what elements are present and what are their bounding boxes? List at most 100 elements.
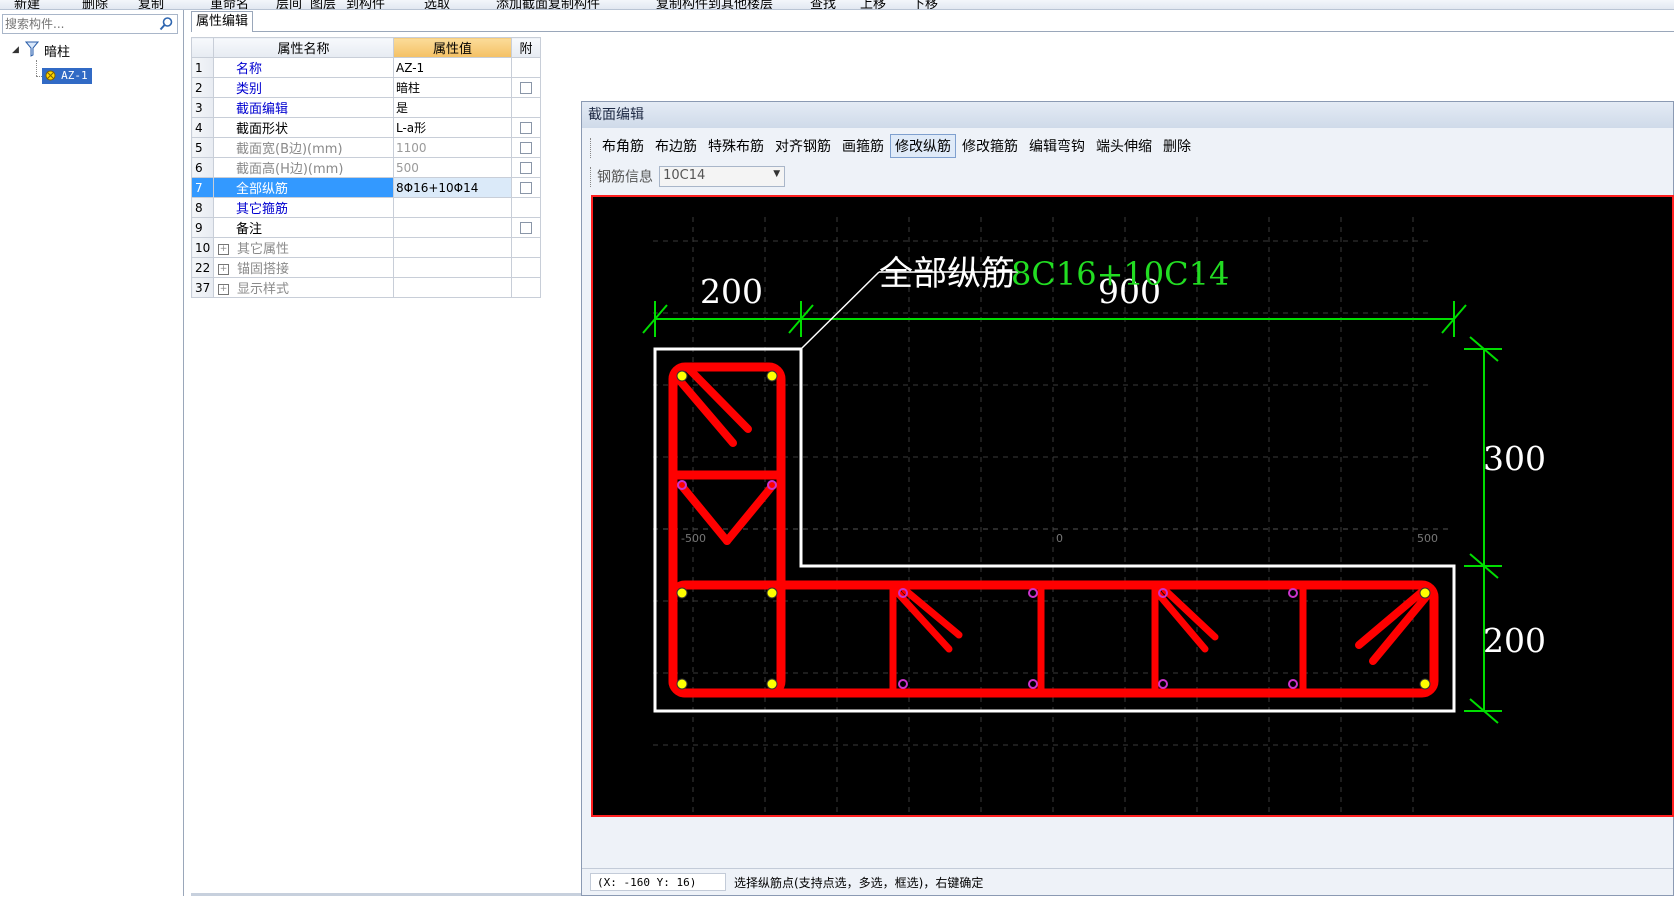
toolbar-item[interactable]: 层间 — [276, 0, 302, 9]
property-row[interactable]: 22 + 锚固搭接 — [191, 257, 541, 278]
hook[interactable] — [723, 481, 777, 545]
corner-bar[interactable] — [766, 587, 778, 599]
corner-bar[interactable] — [676, 587, 688, 599]
rebar-info-select[interactable]: 10C14 ▼ — [659, 166, 786, 187]
tool-button[interactable]: 端头伸缩 — [1091, 134, 1157, 158]
attach-checkbox[interactable] — [520, 221, 532, 234]
corner-bar[interactable] — [1419, 678, 1431, 690]
attach-checkbox[interactable] — [520, 81, 532, 94]
toolbar-item[interactable]: 上移 — [860, 0, 886, 9]
column-header-value[interactable]: 属性值 — [393, 37, 512, 58]
attach-checkbox[interactable] — [520, 141, 532, 154]
property-name[interactable]: 名称 — [213, 57, 394, 78]
property-row[interactable]: 7 全部纵筋 8Φ16+10Φ14 — [191, 177, 541, 198]
expand-plus-icon[interactable]: + — [218, 264, 229, 275]
property-value[interactable] — [393, 217, 512, 238]
property-row[interactable]: 9 备注 — [191, 217, 541, 238]
toolbar-grip[interactable] — [590, 166, 593, 187]
property-row[interactable]: 4 截面形状 L-a形 — [191, 117, 541, 138]
attach-checkbox[interactable] — [520, 121, 532, 134]
expand-plus-icon[interactable]: + — [218, 244, 229, 255]
section-canvas[interactable]: -500 0 500 200 900 300 200 全部纵筋 8C16+10C… — [591, 195, 1674, 817]
dim-label-right-bottom[interactable]: 200 — [1483, 621, 1546, 660]
corner-bar[interactable] — [676, 678, 688, 690]
toolbar-grip[interactable] — [590, 137, 593, 158]
corner-bar[interactable] — [1419, 587, 1431, 599]
tool-button[interactable]: 编辑弯钩 — [1024, 134, 1090, 158]
property-name[interactable]: + 锚固搭接 — [213, 257, 394, 278]
edge-bar[interactable] — [1028, 588, 1038, 598]
attach-checkbox[interactable] — [520, 161, 532, 174]
tab-property-edit[interactable]: 属性编辑 — [191, 11, 254, 32]
property-name[interactable]: 截面编辑 — [213, 97, 394, 118]
property-name[interactable]: 备注 — [213, 217, 394, 238]
collapse-triangle-icon[interactable]: ◢ — [12, 45, 19, 55]
toolbar-item[interactable]: 下移 — [912, 0, 938, 9]
column-header-name[interactable]: 属性名称 — [213, 37, 394, 58]
property-name[interactable]: 截面形状 — [213, 117, 394, 138]
property-value[interactable] — [393, 237, 512, 258]
dim-label-top-left[interactable]: 200 — [700, 272, 763, 311]
property-name[interactable]: 类别 — [213, 77, 394, 98]
property-name[interactable]: + 显示样式 — [213, 277, 394, 298]
search-icon[interactable] — [158, 16, 174, 32]
section-outline[interactable] — [653, 347, 1456, 713]
property-value[interactable]: 8Φ16+10Φ14 — [393, 177, 512, 198]
property-name[interactable]: 全部纵筋 — [213, 177, 394, 198]
annotation-value[interactable]: 8C16+10C14 — [1011, 255, 1229, 293]
tool-button[interactable]: 特殊布筋 — [703, 134, 769, 158]
property-value[interactable]: 500 — [393, 157, 512, 178]
toolbar-item[interactable]: 到构件 — [346, 0, 385, 9]
toolbar-item[interactable]: 新建 — [14, 0, 40, 9]
property-row[interactable]: 5 截面宽(B边)(mm) 1100 — [191, 137, 541, 158]
tool-button[interactable]: 修改箍筋 — [957, 134, 1023, 158]
annotation-label[interactable]: 全部纵筋 — [879, 254, 1015, 294]
property-row[interactable]: 10 + 其它属性 — [191, 237, 541, 258]
property-value[interactable]: 是 — [393, 97, 512, 118]
property-value[interactable] — [393, 197, 512, 218]
edge-bar[interactable] — [1028, 679, 1038, 689]
property-value[interactable] — [393, 277, 512, 298]
toolbar-item[interactable]: 重命名 — [210, 0, 249, 9]
dropdown-arrow-icon[interactable]: ▼ — [773, 169, 780, 179]
dim-label-right-top[interactable]: 300 — [1483, 439, 1546, 478]
property-name[interactable]: 截面宽(B边)(mm) — [213, 137, 394, 158]
property-row[interactable]: 6 截面高(H边)(mm) 500 — [191, 157, 541, 178]
property-row[interactable]: 1 名称 AZ-1 — [191, 57, 541, 78]
property-value[interactable] — [393, 257, 512, 278]
edge-bar[interactable] — [1288, 588, 1298, 598]
tool-button[interactable]: 布边筋 — [650, 134, 702, 158]
tool-button[interactable]: 对齐钢筋 — [770, 134, 836, 158]
attach-checkbox[interactable] — [520, 181, 532, 194]
column-header-attach[interactable]: 附 — [511, 37, 541, 58]
property-name[interactable]: 截面高(H边)(mm) — [213, 157, 394, 178]
expand-plus-icon[interactable]: + — [218, 284, 229, 295]
property-value[interactable]: 1100 — [393, 137, 512, 158]
toolbar-item[interactable]: 复制 — [138, 0, 164, 9]
toolbar-item[interactable]: 复制构件到其他楼层 — [656, 0, 773, 9]
property-row[interactable]: 8 其它箍筋 — [191, 197, 541, 218]
tool-button[interactable]: 布角筋 — [597, 134, 649, 158]
edge-bar[interactable] — [1158, 679, 1168, 689]
search-input[interactable] — [5, 15, 153, 33]
property-value[interactable]: AZ-1 — [393, 57, 512, 78]
toolbar-item[interactable]: 查找 — [810, 0, 836, 9]
property-value[interactable]: 暗柱 — [393, 77, 512, 98]
property-value[interactable]: L-a形 — [393, 117, 512, 138]
tool-button[interactable]: 画箍筋 — [837, 134, 889, 158]
property-name[interactable]: + 其它属性 — [213, 237, 394, 258]
corner-bar[interactable] — [676, 370, 688, 382]
corner-bar[interactable] — [766, 370, 778, 382]
toolbar-item[interactable]: 删除 — [82, 0, 108, 9]
tool-button[interactable]: 修改纵筋 — [890, 134, 956, 158]
property-row[interactable]: 37 + 显示样式 — [191, 277, 541, 298]
toolbar-item[interactable]: 选取 — [424, 0, 450, 9]
tree-node-az-1[interactable]: AZ-1 — [42, 68, 92, 84]
property-name[interactable]: 其它箍筋 — [213, 197, 394, 218]
property-row[interactable]: 3 截面编辑 是 — [191, 97, 541, 118]
corner-bar[interactable] — [766, 678, 778, 690]
section-drawing[interactable]: -500 0 500 200 900 300 200 全部纵筋 8C16+10C… — [593, 197, 1672, 815]
edge-bar[interactable] — [1288, 679, 1298, 689]
tool-button[interactable]: 删除 — [1158, 134, 1196, 158]
toolbar-item[interactable]: 图层 — [310, 0, 336, 9]
